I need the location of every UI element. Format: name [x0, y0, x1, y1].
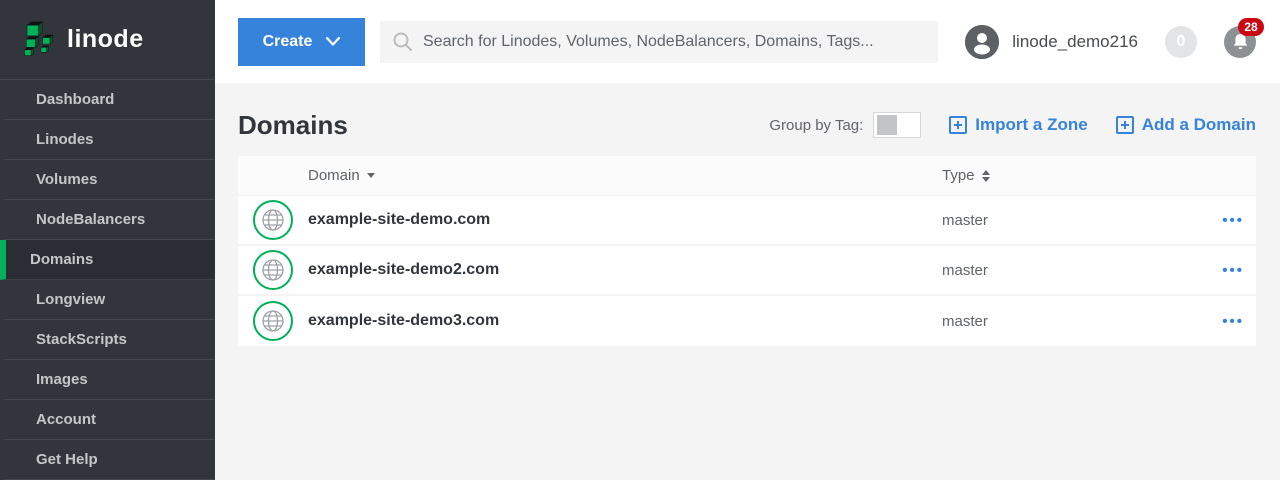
- row-actions-menu-icon[interactable]: •••: [1222, 262, 1244, 279]
- domain-globe-icon: [253, 301, 293, 341]
- column-header-type[interactable]: Type: [942, 167, 1196, 184]
- row-actions-menu-icon[interactable]: •••: [1222, 212, 1244, 229]
- main-area: Create linode_demo216: [215, 0, 1280, 480]
- add-domain-button[interactable]: Add a Domain: [1116, 115, 1256, 135]
- sidebar-item-stackscripts[interactable]: StackScripts: [0, 320, 215, 360]
- sidebar-item-longview[interactable]: Longview: [0, 280, 215, 320]
- column-header-domain-label: Domain: [308, 167, 360, 184]
- notification-count-badge: 28: [1238, 18, 1264, 36]
- sort-desc-icon: [367, 173, 375, 178]
- import-zone-label: Import a Zone: [975, 115, 1087, 135]
- table-row: example-site-demo2.com master •••: [238, 246, 1256, 296]
- linode-logo-icon: [22, 17, 55, 63]
- create-button-label: Create: [263, 33, 313, 51]
- domain-type: master: [942, 262, 1196, 279]
- domain-link[interactable]: example-site-demo3.com: [308, 312, 499, 330]
- sidebar-item-dashboard[interactable]: Dashboard: [0, 80, 215, 120]
- chevron-down-icon: [326, 37, 340, 46]
- user-avatar-icon: [965, 25, 999, 59]
- sidebar-item-domains[interactable]: Domains: [0, 240, 215, 280]
- username: linode_demo216: [1012, 32, 1138, 52]
- domain-type: master: [942, 313, 1196, 330]
- domain-type: master: [942, 212, 1196, 229]
- column-header-domain[interactable]: Domain: [238, 167, 942, 184]
- user-menu[interactable]: linode_demo216: [965, 25, 1138, 59]
- sidebar-item-volumes[interactable]: Volumes: [0, 160, 215, 200]
- toggle-knob: [877, 115, 897, 135]
- column-header-type-label: Type: [942, 167, 975, 184]
- import-zone-button[interactable]: Import a Zone: [949, 115, 1087, 135]
- table-row: example-site-demo3.com master •••: [238, 296, 1256, 346]
- sidebar-item-get-help[interactable]: Get Help: [0, 440, 215, 480]
- domain-link[interactable]: example-site-demo.com: [308, 211, 490, 229]
- community-badge[interactable]: 0: [1165, 26, 1197, 58]
- add-domain-label: Add a Domain: [1142, 115, 1256, 135]
- create-button[interactable]: Create: [238, 18, 365, 66]
- topbar: Create linode_demo216: [215, 0, 1280, 83]
- sidebar-item-images[interactable]: Images: [0, 360, 215, 400]
- search-input[interactable]: [423, 33, 926, 51]
- topbar-right: linode_demo216 0 28: [965, 25, 1256, 59]
- domain-globe-icon: [253, 200, 293, 240]
- notifications: 28: [1224, 26, 1256, 58]
- plus-square-icon: [1116, 116, 1134, 134]
- row-actions-menu-icon[interactable]: •••: [1222, 313, 1244, 330]
- linode-logo[interactable]: linode: [0, 0, 215, 79]
- domains-table: Domain Type: [238, 156, 1256, 346]
- sidebar-item-account[interactable]: Account: [0, 400, 215, 440]
- sidebar-nav: Dashboard Linodes Volumes NodeBalancers …: [0, 79, 215, 480]
- page-controls: Group by Tag: Import a Zone Add a Domai: [769, 112, 1256, 138]
- page-content: Domains Group by Tag: Import a Zone: [215, 83, 1280, 480]
- group-by-tag-label: Group by Tag:: [769, 117, 863, 134]
- sidebar-item-nodebalancers[interactable]: NodeBalancers: [0, 200, 215, 240]
- plus-square-icon: [949, 116, 967, 134]
- domain-globe-icon: [253, 250, 293, 290]
- table-header: Domain Type: [238, 156, 1256, 196]
- sidebar-item-linodes[interactable]: Linodes: [0, 120, 215, 160]
- logo-wordmark: linode: [67, 25, 144, 54]
- search-icon: [392, 31, 413, 52]
- sidebar: linode Dashboard Linodes Volumes NodeBal…: [0, 0, 215, 480]
- domain-link[interactable]: example-site-demo2.com: [308, 261, 499, 279]
- table-row: example-site-demo.com master •••: [238, 196, 1256, 246]
- page-title: Domains: [238, 110, 769, 141]
- group-by-tag-toggle[interactable]: [873, 112, 921, 138]
- page-header: Domains Group by Tag: Import a Zone: [238, 97, 1256, 153]
- group-by-tag: Group by Tag:: [769, 112, 921, 138]
- global-search: [380, 21, 938, 63]
- sort-both-icon: [982, 170, 990, 182]
